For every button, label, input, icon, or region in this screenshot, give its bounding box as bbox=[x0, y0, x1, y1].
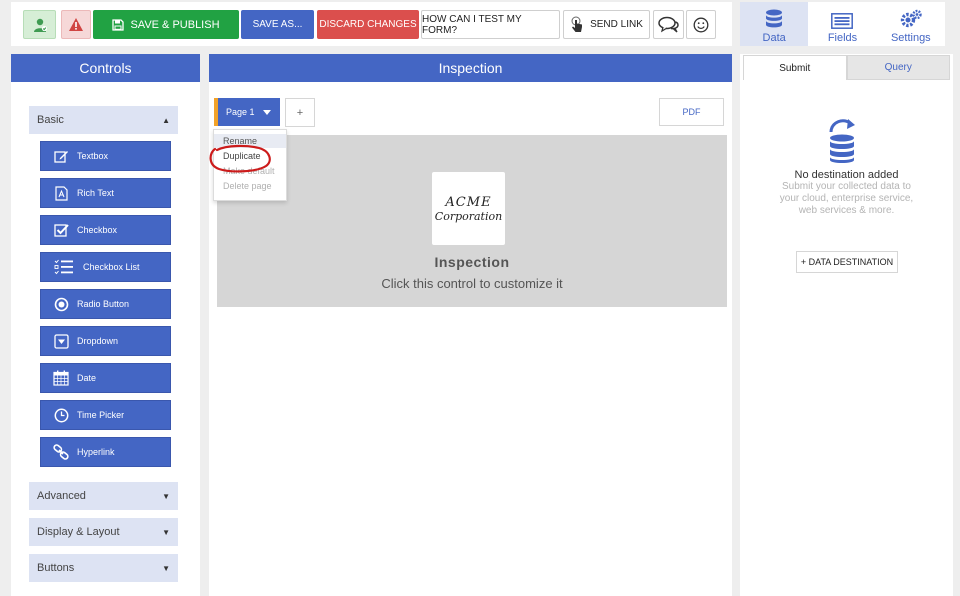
controls-title: Controls bbox=[11, 54, 200, 82]
chat-bubbles-icon bbox=[657, 16, 679, 32]
logo-line-1: ACME bbox=[445, 194, 492, 210]
section-advanced-label: Advanced bbox=[37, 490, 86, 502]
link-icon bbox=[53, 444, 69, 460]
send-link-label: SEND LINK bbox=[590, 19, 643, 30]
menu-item-make-default[interactable]: Make default bbox=[214, 164, 286, 178]
canvas-title: Inspection bbox=[434, 254, 510, 270]
control-label: Date bbox=[77, 373, 97, 383]
menu-item-rename[interactable]: Rename bbox=[214, 134, 286, 148]
section-display-layout[interactable]: Display & Layout ▼ bbox=[29, 518, 178, 546]
control-hyperlink[interactable]: Hyperlink bbox=[40, 437, 171, 467]
section-buttons-label: Buttons bbox=[37, 562, 75, 574]
edit-icon bbox=[53, 148, 69, 164]
how-test-form-button[interactable]: HOW CAN I TEST MY FORM? bbox=[421, 10, 560, 39]
tab-fields-label: Fields bbox=[827, 32, 858, 44]
company-logo: ACME Corporation bbox=[432, 172, 505, 245]
section-buttons[interactable]: Buttons ▼ bbox=[29, 554, 178, 582]
rich-text-icon bbox=[53, 185, 69, 201]
caret-down-icon: ▼ bbox=[162, 563, 170, 573]
control-checkbox-list[interactable]: Checkbox List bbox=[40, 252, 171, 282]
control-time-picker[interactable]: Time Picker bbox=[40, 400, 171, 430]
pdf-button[interactable]: PDF bbox=[659, 98, 724, 126]
page-context-menu: Rename Duplicate Make default Delete pag… bbox=[213, 129, 287, 201]
caret-down-icon bbox=[262, 109, 271, 115]
caret-up-icon: ▲ bbox=[162, 115, 170, 125]
form-canvas[interactable]: ACME Corporation Inspection Click this c… bbox=[217, 135, 727, 307]
floppy-disk-icon bbox=[112, 18, 125, 31]
tab-submit[interactable]: Submit bbox=[743, 55, 847, 80]
touch-pointer-icon bbox=[571, 16, 583, 32]
menu-item-duplicate[interactable]: Duplicate bbox=[214, 149, 286, 163]
page-tab[interactable]: Page 1 bbox=[214, 98, 280, 126]
page-tab-label: Page 1 bbox=[226, 107, 255, 117]
control-label: Textbox bbox=[77, 151, 109, 161]
empty-state-description: Submit your collected data to your cloud… bbox=[779, 181, 914, 216]
checkbox-icon bbox=[53, 222, 69, 238]
chat-button[interactable] bbox=[653, 10, 684, 39]
database-upload-icon bbox=[829, 119, 855, 163]
inspection-panel: Inspection Page 1 + PDF ACME Corporation… bbox=[209, 54, 732, 596]
tab-data-label: Data bbox=[762, 32, 786, 44]
discard-changes-button[interactable]: DISCARD CHANGES bbox=[317, 10, 419, 39]
section-basic-label: Basic bbox=[37, 114, 64, 126]
warning-icon bbox=[69, 18, 83, 31]
control-date[interactable]: Date bbox=[40, 363, 171, 393]
control-label: Checkbox List bbox=[83, 262, 140, 272]
caret-down-icon: ▼ bbox=[162, 527, 170, 537]
control-dropdown[interactable]: Dropdown bbox=[40, 326, 171, 356]
user-button[interactable] bbox=[23, 10, 56, 39]
smiley-icon bbox=[693, 17, 709, 32]
add-data-destination-button[interactable]: + DATA DESTINATION bbox=[796, 251, 898, 273]
menu-item-delete-page[interactable]: Delete page bbox=[214, 179, 286, 193]
list-icon bbox=[831, 13, 854, 29]
gears-icon bbox=[900, 9, 922, 28]
dropdown-icon bbox=[53, 333, 69, 349]
right-top-tabs: Data Fields Settings bbox=[740, 2, 945, 46]
save-as-button[interactable]: SAVE AS... bbox=[241, 10, 314, 39]
tab-query[interactable]: Query bbox=[846, 55, 950, 80]
control-label: Radio Button bbox=[77, 299, 130, 309]
clock-icon bbox=[53, 407, 69, 423]
control-label: Checkbox bbox=[77, 225, 118, 235]
save-publish-label: SAVE & PUBLISH bbox=[130, 18, 220, 31]
tab-settings-label: Settings bbox=[890, 32, 931, 44]
control-label: Rich Text bbox=[77, 188, 114, 198]
send-link-button[interactable]: SEND LINK bbox=[563, 10, 650, 39]
radio-icon bbox=[53, 296, 69, 312]
warning-button[interactable] bbox=[61, 10, 91, 39]
tab-data[interactable]: Data bbox=[740, 2, 809, 46]
control-textbox[interactable]: Textbox bbox=[40, 141, 171, 171]
control-label: Dropdown bbox=[77, 336, 119, 346]
inspection-title: Inspection bbox=[209, 54, 732, 82]
user-icon bbox=[33, 18, 47, 32]
control-rich-text[interactable]: Rich Text bbox=[40, 178, 171, 208]
checklist-icon bbox=[53, 259, 75, 275]
controls-panel: Controls Basic ▲ Textbox Rich Text Check… bbox=[11, 54, 200, 596]
section-advanced[interactable]: Advanced ▼ bbox=[29, 482, 178, 510]
add-page-button[interactable]: + bbox=[285, 98, 315, 127]
database-icon bbox=[766, 9, 783, 28]
control-label: Hyperlink bbox=[77, 447, 115, 457]
tab-settings[interactable]: Settings bbox=[877, 2, 945, 46]
calendar-icon bbox=[53, 370, 69, 386]
section-basic[interactable]: Basic ▲ bbox=[29, 106, 178, 134]
top-toolbar: SAVE & PUBLISH SAVE AS... DISCARD CHANGE… bbox=[11, 2, 732, 46]
canvas-subtitle: Click this control to customize it bbox=[381, 276, 563, 291]
feedback-button[interactable] bbox=[686, 10, 716, 39]
data-panel: Submit Query No destination added Submit… bbox=[740, 54, 953, 596]
data-sub-tabs: Submit Query bbox=[743, 55, 950, 80]
caret-down-icon: ▼ bbox=[162, 491, 170, 501]
empty-state-title: No destination added bbox=[794, 169, 899, 181]
control-label: Time Picker bbox=[77, 410, 125, 420]
logo-line-2: Corporation bbox=[434, 209, 503, 223]
control-checkbox[interactable]: Checkbox bbox=[40, 215, 171, 245]
save-publish-button[interactable]: SAVE & PUBLISH bbox=[93, 10, 239, 39]
section-display-layout-label: Display & Layout bbox=[37, 526, 120, 538]
tab-fields[interactable]: Fields bbox=[808, 2, 876, 46]
control-radio-button[interactable]: Radio Button bbox=[40, 289, 171, 319]
